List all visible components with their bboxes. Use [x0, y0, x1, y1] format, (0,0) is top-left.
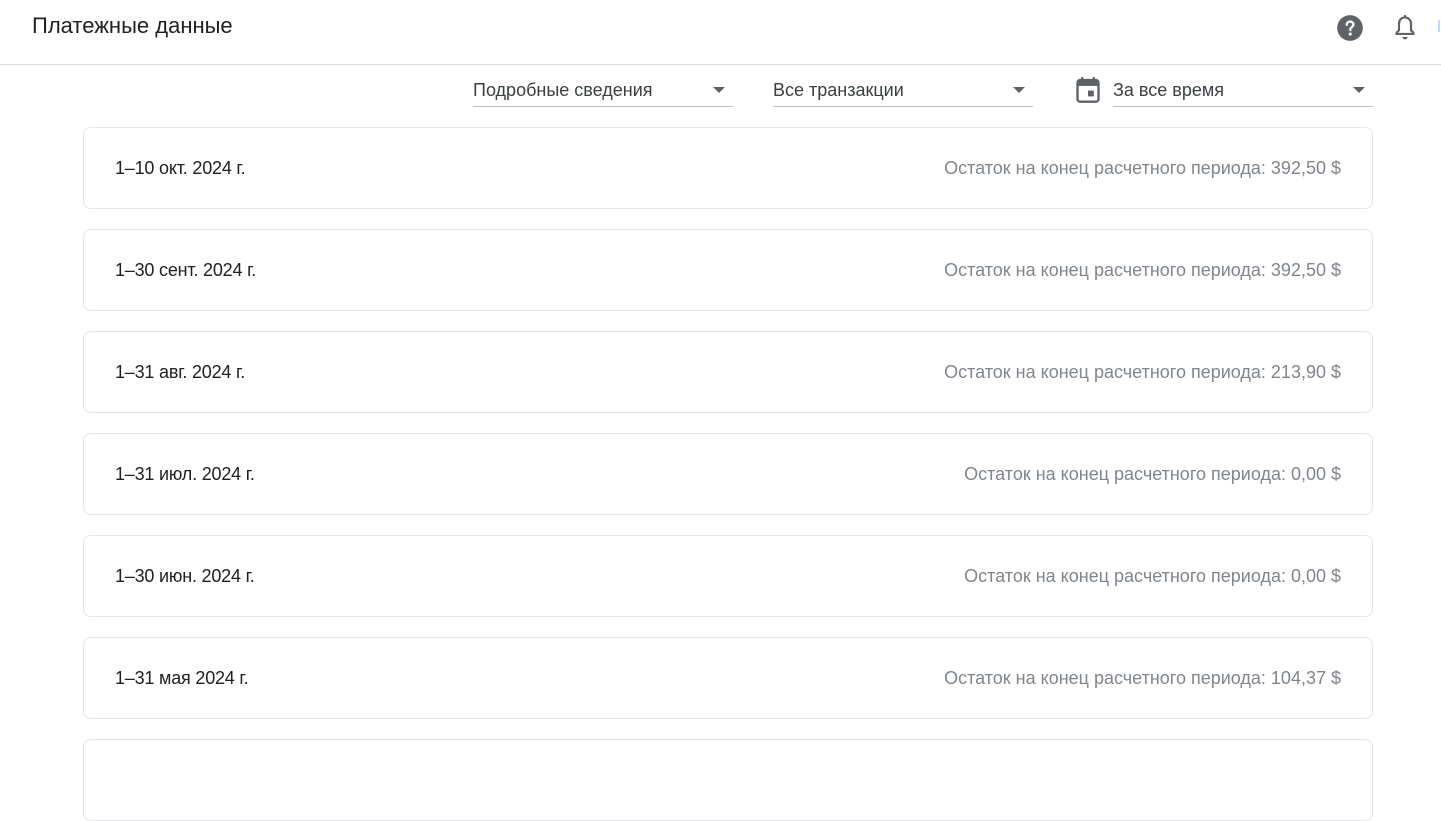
notifications-button[interactable]: [1385, 8, 1425, 48]
period-range: 1–31 авг. 2024 г.: [115, 362, 246, 382]
period-balance: Остаток на конец расчетного периода: 104…: [944, 668, 1341, 688]
calendar-icon[interactable]: [1074, 76, 1102, 104]
billing-period-card[interactable]: 1–30 сент. 2024 г. Остаток на конец расч…: [83, 229, 1373, 311]
period-range: 1–10 окт. 2024 г.: [115, 158, 246, 178]
period-balance: Остаток на конец расчетного периода: 392…: [944, 260, 1341, 280]
billing-period-card[interactable]: 1–10 окт. 2024 г. Остаток на конец расче…: [83, 127, 1373, 209]
period-dropdown-label: За все время: [1113, 80, 1224, 100]
top-bar: Платежные данные: [0, 0, 1441, 65]
period-range: 1–31 мая 2024 г.: [115, 668, 249, 688]
period-range: 1–30 сент. 2024 г.: [115, 260, 257, 280]
period-dropdown[interactable]: За все время: [1113, 72, 1373, 107]
billing-period-card[interactable]: 1–31 авг. 2024 г. Остаток на конец расче…: [83, 331, 1373, 413]
scroll-edge: [1438, 20, 1440, 32]
period-range: 1–30 июн. 2024 г.: [115, 566, 255, 586]
period-range: 1–31 июл. 2024 г.: [115, 464, 255, 484]
bell-icon: [1395, 15, 1415, 40]
help-button[interactable]: [1330, 8, 1370, 48]
view-dropdown-label: Подробные сведения: [473, 80, 653, 100]
chevron-down-icon: [1353, 87, 1365, 93]
page-title: Платежные данные: [32, 13, 233, 38]
transactions-dropdown-label: Все транзакции: [773, 80, 904, 100]
billing-period-card[interactable]: 1–31 июл. 2024 г. Остаток на конец расче…: [83, 433, 1373, 515]
period-balance: Остаток на конец расчетного периода: 213…: [944, 362, 1341, 382]
chevron-down-icon: [1013, 87, 1025, 93]
period-balance: Остаток на конец расчетного периода: 0,0…: [964, 566, 1341, 586]
billing-period-card[interactable]: 1–31 мая 2024 г. Остаток на конец расчет…: [83, 637, 1373, 719]
view-dropdown[interactable]: Подробные сведения: [473, 72, 733, 107]
period-balance: Остаток на конец расчетного периода: 0,0…: [964, 464, 1341, 484]
billing-period-card[interactable]: [83, 739, 1373, 821]
transactions-dropdown[interactable]: Все транзакции: [773, 72, 1033, 107]
help-icon: [1337, 15, 1363, 41]
chevron-down-icon: [713, 87, 725, 93]
billing-period-card[interactable]: 1–30 июн. 2024 г. Остаток на конец расче…: [83, 535, 1373, 617]
period-balance: Остаток на конец расчетного периода: 392…: [944, 158, 1341, 178]
filters-bar: Подробные сведения Все транзакции За все…: [0, 72, 1441, 112]
